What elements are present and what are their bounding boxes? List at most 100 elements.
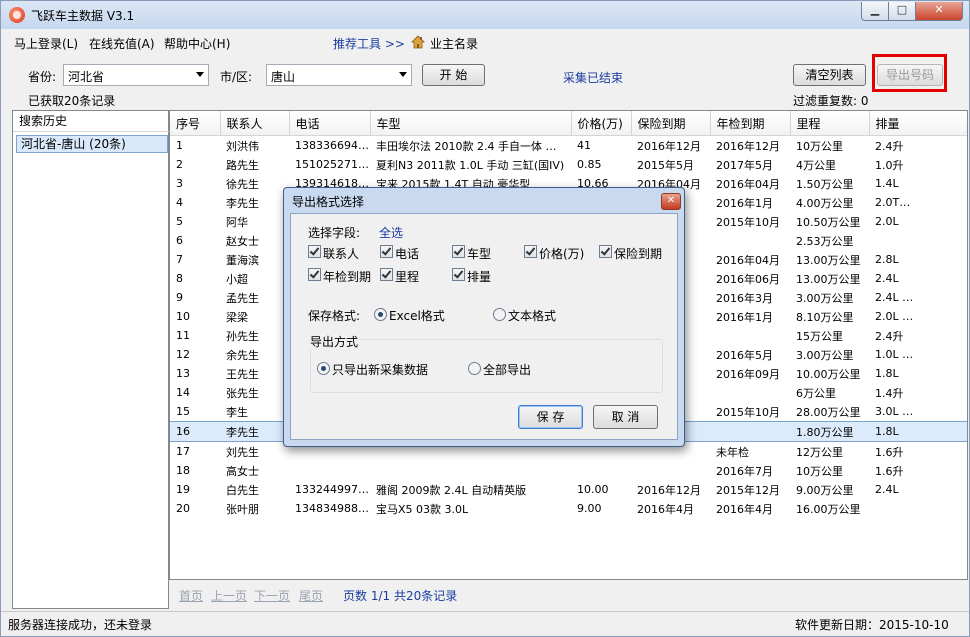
table-cell: 1.8L xyxy=(875,367,899,380)
menu-login[interactable]: 马上登录(L) xyxy=(14,35,78,52)
table-cell: 16 xyxy=(170,421,220,442)
table-cell: 2.8L xyxy=(875,253,899,266)
table-cell: 张先生 xyxy=(226,386,259,400)
recommend-tools-link[interactable]: 推荐工具 >> xyxy=(333,35,405,52)
menu-recharge[interactable]: 在线充值(A) xyxy=(89,35,155,52)
table-cell xyxy=(869,231,967,250)
table-cell: 宝马X5 03款 3.0L xyxy=(376,502,469,516)
table-cell: 2016年1月 xyxy=(716,310,773,324)
table-cell: 13324499799 xyxy=(295,483,370,496)
filter-repeat-count: 过滤重复数: 0 xyxy=(793,94,869,108)
dialog-close-button[interactable]: ✕ xyxy=(661,193,681,210)
table-row[interactable]: 1 刘洪伟 13833669444 丰田埃尔法 2010款 2.4 手自一体 … 41 2… xyxy=(170,136,967,156)
table-cell: 8.10万公里 xyxy=(796,310,854,324)
format-excel-radio[interactable] xyxy=(374,308,387,321)
column-header[interactable]: 年检到期 xyxy=(710,111,791,136)
maximize-button[interactable]: □ xyxy=(888,2,916,21)
minimize-button[interactable]: ▁ xyxy=(861,2,889,21)
table-cell: 2017年5月 xyxy=(716,158,773,172)
mode-all-radio[interactable] xyxy=(468,362,481,375)
pager-last[interactable]: 尾页 xyxy=(299,587,323,604)
table-cell: 1.0L … xyxy=(875,348,914,361)
table-cell: 8 xyxy=(176,272,183,285)
field-model-checkbox[interactable] xyxy=(452,245,465,258)
field-phone-checkbox[interactable] xyxy=(380,245,393,258)
title-bar[interactable]: 飞跃车主数据 V3.1 ▁ □ ✕ xyxy=(1,1,969,29)
city-select[interactable]: 唐山 xyxy=(266,64,412,86)
cancel-button[interactable]: 取 消 xyxy=(593,405,658,429)
field-price-checkbox[interactable] xyxy=(524,245,537,258)
column-header[interactable]: 价格(万) xyxy=(571,111,632,136)
table-row[interactable]: 18 高女士 2016年7月 10万公里 1.6升 xyxy=(170,461,967,480)
status-bar: 服务器连接成功，还未登录 软件更新日期：2015-10-10 xyxy=(1,611,969,636)
table-cell: 2016年09月 xyxy=(716,367,780,381)
format-text-radio[interactable] xyxy=(493,308,506,321)
field-inspection-checkbox[interactable] xyxy=(308,268,321,281)
pager-next[interactable]: 下一页 xyxy=(254,587,290,604)
house-icon xyxy=(411,35,425,49)
table-cell: 10.00万公里 xyxy=(796,367,861,381)
table-cell: 1 xyxy=(176,139,183,152)
field-contact-checkbox[interactable] xyxy=(308,245,321,258)
province-select[interactable]: 河北省 xyxy=(63,64,209,86)
column-header[interactable]: 电话 xyxy=(289,111,371,136)
table-cell: 2.53万公里 xyxy=(796,234,854,248)
table-cell: 董海滨 xyxy=(226,253,259,267)
owner-list-link[interactable]: 业主名录 xyxy=(430,35,478,52)
table-cell: 路先生 xyxy=(226,158,259,172)
pager-prev[interactable]: 上一页 xyxy=(211,587,247,604)
table-cell: 14 xyxy=(176,386,190,399)
menu-help[interactable]: 帮助中心(H) xyxy=(164,35,230,52)
table-cell: 9.00万公里 xyxy=(796,483,854,497)
field-label: 价格(万) xyxy=(539,247,585,261)
table-cell: 4万公里 xyxy=(796,158,836,172)
update-date: 软件更新日期：2015-10-10 xyxy=(795,618,949,632)
main-window: 飞跃车主数据 V3.1 ▁ □ ✕ 马上登录(L) 在线充值(A) 帮助中心(H… xyxy=(0,0,970,637)
clear-list-button[interactable]: 清空列表 xyxy=(793,64,866,86)
table-cell: 刘先生 xyxy=(226,445,259,459)
table-cell: 刘洪伟 xyxy=(226,139,259,153)
column-header[interactable]: 里程 xyxy=(790,111,870,136)
table-cell xyxy=(289,461,370,480)
history-item[interactable]: 河北省-唐山 (20条) xyxy=(16,135,168,153)
table-cell: 2016年12月 xyxy=(637,139,701,153)
table-cell: 9.00 xyxy=(577,502,602,515)
table-row[interactable]: 20 张叶朋 13483498888 宝马X5 03款 3.0L 9.00 2016年4月… xyxy=(170,499,967,518)
table-cell xyxy=(710,383,790,402)
table-cell: 28.00万公里 xyxy=(796,405,861,419)
highlight-box xyxy=(872,54,947,92)
app-logo-icon xyxy=(9,7,25,23)
table-cell: 阿华 xyxy=(226,215,248,229)
table-cell: 孙先生 xyxy=(226,329,259,343)
column-header[interactable]: 联系人 xyxy=(220,111,290,136)
select-all-link[interactable]: 全选 xyxy=(379,224,403,241)
column-header[interactable]: 排量 xyxy=(869,111,967,136)
table-cell: 1.4升 xyxy=(875,386,904,400)
chevron-down-icon xyxy=(399,72,407,77)
table-cell: 15102527123 xyxy=(295,158,370,171)
column-header[interactable]: 保险到期 xyxy=(631,111,711,136)
table-cell: 1.50万公里 xyxy=(796,177,854,191)
dialog-body: 选择字段: 全选 联系人 电话 车型 价格(万) 保险到期 年检到期 里程 排量… xyxy=(290,213,678,440)
table-cell: 13483498888 xyxy=(295,502,370,515)
table-row[interactable]: 2 路先生 15102527123 夏利N3 2011款 1.0L 手动 三缸(国IV… xyxy=(170,155,967,174)
close-button[interactable]: ✕ xyxy=(915,2,963,21)
table-cell: 2016年4月 xyxy=(637,502,694,516)
table-row[interactable]: 19 白先生 13324499799 雅阁 2009款 2.4L 自动精英版 10.00… xyxy=(170,480,967,499)
city-label: 市/区: xyxy=(220,70,253,84)
field-insurance-checkbox[interactable] xyxy=(599,245,612,258)
table-cell: 1.8L xyxy=(869,421,967,442)
table-cell: 梁梁 xyxy=(226,310,248,324)
start-button[interactable]: 开 始 xyxy=(422,64,485,86)
mode-new-radio[interactable] xyxy=(317,362,330,375)
save-button[interactable]: 保 存 xyxy=(518,405,583,429)
field-mileage-checkbox[interactable] xyxy=(380,268,393,281)
table-cell: 2016年7月 xyxy=(716,464,773,478)
column-header[interactable]: 序号 xyxy=(170,111,221,136)
field-displacement-checkbox[interactable] xyxy=(452,268,465,281)
pager-first[interactable]: 首页 xyxy=(179,587,203,604)
table-cell: 2.0T… xyxy=(875,196,911,209)
table-cell: 2016年04月 xyxy=(716,253,780,267)
field-label: 排量 xyxy=(467,270,492,284)
column-header[interactable]: 车型 xyxy=(370,111,572,136)
